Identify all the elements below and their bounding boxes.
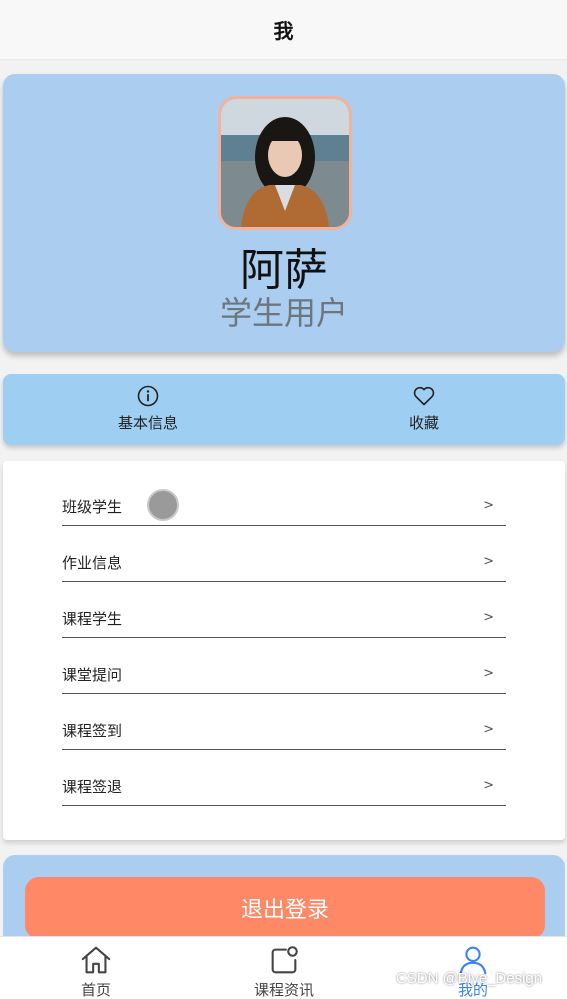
menu-item-sign-in[interactable]: 课程签到 >: [62, 694, 506, 750]
menu-item-sign-out[interactable]: 课程签退 >: [62, 750, 506, 806]
profile-card: 阿萨 学生用户: [3, 74, 565, 352]
chevron-right-icon: >: [483, 554, 494, 569]
logout-button[interactable]: 退出登录: [25, 877, 545, 939]
tabbar-label: 首页: [80, 981, 111, 999]
menu-item-class-questions[interactable]: 课堂提问 >: [62, 638, 506, 694]
menu-item-label: 作业信息: [62, 554, 123, 572]
tab-favorites-label: 收藏: [408, 414, 439, 432]
avatar-photo: [221, 99, 349, 227]
menu-item-class-students[interactable]: 班级学生 >: [62, 470, 506, 526]
menu-list: 班级学生 > 作业信息 > 课程学生 > 课堂提问 > 课程签到 > 课程签退 …: [3, 461, 565, 840]
menu-item-course-students[interactable]: 课程学生 >: [62, 582, 506, 638]
watermark: CSDN @Biye_Design: [396, 970, 543, 987]
tab-basic-info[interactable]: 基本信息: [88, 384, 208, 438]
menu-item-label: 课程签到: [62, 722, 123, 740]
avatar[interactable]: [218, 96, 352, 230]
tab-favorites[interactable]: 收藏: [364, 384, 484, 438]
chevron-right-icon: >: [483, 778, 494, 793]
course-news-icon: [271, 946, 298, 974]
menu-item-label: 课程签退: [62, 778, 123, 796]
heart-icon: [413, 386, 435, 406]
profile-tabs: 基本信息 收藏: [3, 374, 565, 445]
nav-bar: 我: [0, 0, 567, 60]
menu-item-label: 课程学生: [62, 610, 123, 628]
tabbar-item-course-news[interactable]: 课程资讯: [234, 943, 334, 999]
chevron-right-icon: >: [483, 610, 494, 625]
info-icon: [137, 385, 159, 407]
page-title: 我: [273, 19, 294, 43]
bottom-tab-bar: 首页 课程资讯 我的: [0, 936, 567, 999]
menu-item-label: 班级学生: [62, 498, 123, 516]
user-role: 学生用户: [219, 294, 348, 332]
tabbar-item-home[interactable]: 首页: [46, 943, 146, 999]
menu-item-homework[interactable]: 作业信息 >: [62, 526, 506, 582]
chevron-right-icon: >: [483, 666, 494, 681]
touch-indicator: [147, 489, 179, 521]
home-icon: [81, 946, 111, 974]
tabbar-label: 课程资讯: [253, 981, 314, 999]
chevron-right-icon: >: [483, 498, 494, 513]
menu-item-label: 课堂提问: [62, 666, 123, 684]
chevron-right-icon: >: [483, 722, 494, 737]
tab-basic-info-label: 基本信息: [117, 414, 178, 432]
